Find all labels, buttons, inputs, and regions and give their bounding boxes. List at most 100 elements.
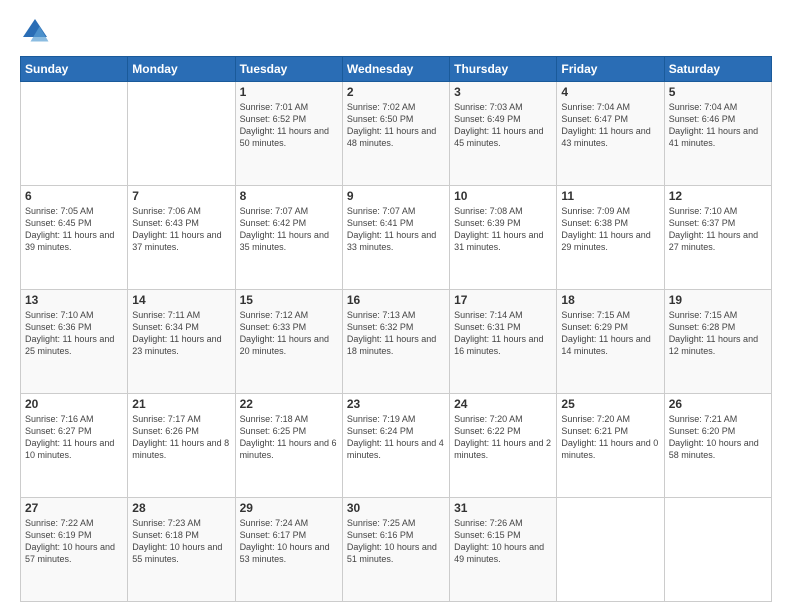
day-number: 31 [454,501,552,515]
day-info: Sunrise: 7:19 AMSunset: 6:24 PMDaylight:… [347,413,445,462]
calendar-cell: 20 Sunrise: 7:16 AMSunset: 6:27 PMDaylig… [21,394,128,498]
day-number: 7 [132,189,230,203]
day-info: Sunrise: 7:20 AMSunset: 6:21 PMDaylight:… [561,413,659,462]
day-number: 6 [25,189,123,203]
day-number: 29 [240,501,338,515]
day-info: Sunrise: 7:17 AMSunset: 6:26 PMDaylight:… [132,413,230,462]
day-info: Sunrise: 7:05 AMSunset: 6:45 PMDaylight:… [25,205,123,254]
weekday-header: Monday [128,57,235,82]
weekday-header: Thursday [450,57,557,82]
calendar-cell: 7 Sunrise: 7:06 AMSunset: 6:43 PMDayligh… [128,186,235,290]
day-info: Sunrise: 7:26 AMSunset: 6:15 PMDaylight:… [454,517,552,566]
day-number: 4 [561,85,659,99]
day-number: 28 [132,501,230,515]
day-info: Sunrise: 7:12 AMSunset: 6:33 PMDaylight:… [240,309,338,358]
day-info: Sunrise: 7:20 AMSunset: 6:22 PMDaylight:… [454,413,552,462]
day-info: Sunrise: 7:25 AMSunset: 6:16 PMDaylight:… [347,517,445,566]
day-number: 1 [240,85,338,99]
calendar-week: 27 Sunrise: 7:22 AMSunset: 6:19 PMDaylig… [21,498,772,602]
day-number: 9 [347,189,445,203]
calendar-cell: 26 Sunrise: 7:21 AMSunset: 6:20 PMDaylig… [664,394,771,498]
day-info: Sunrise: 7:10 AMSunset: 6:36 PMDaylight:… [25,309,123,358]
weekday-row: SundayMondayTuesdayWednesdayThursdayFrid… [21,57,772,82]
calendar-cell: 15 Sunrise: 7:12 AMSunset: 6:33 PMDaylig… [235,290,342,394]
day-number: 24 [454,397,552,411]
weekday-header: Saturday [664,57,771,82]
day-number: 8 [240,189,338,203]
calendar-cell: 17 Sunrise: 7:14 AMSunset: 6:31 PMDaylig… [450,290,557,394]
calendar-cell [664,498,771,602]
day-number: 18 [561,293,659,307]
day-info: Sunrise: 7:11 AMSunset: 6:34 PMDaylight:… [132,309,230,358]
weekday-header: Sunday [21,57,128,82]
day-info: Sunrise: 7:07 AMSunset: 6:42 PMDaylight:… [240,205,338,254]
day-number: 22 [240,397,338,411]
calendar-cell: 18 Sunrise: 7:15 AMSunset: 6:29 PMDaylig… [557,290,664,394]
day-info: Sunrise: 7:02 AMSunset: 6:50 PMDaylight:… [347,101,445,150]
day-info: Sunrise: 7:09 AMSunset: 6:38 PMDaylight:… [561,205,659,254]
day-number: 3 [454,85,552,99]
calendar-cell: 29 Sunrise: 7:24 AMSunset: 6:17 PMDaylig… [235,498,342,602]
calendar-cell: 22 Sunrise: 7:18 AMSunset: 6:25 PMDaylig… [235,394,342,498]
calendar-cell: 2 Sunrise: 7:02 AMSunset: 6:50 PMDayligh… [342,82,449,186]
calendar-cell [557,498,664,602]
calendar-cell: 6 Sunrise: 7:05 AMSunset: 6:45 PMDayligh… [21,186,128,290]
day-number: 21 [132,397,230,411]
day-info: Sunrise: 7:15 AMSunset: 6:29 PMDaylight:… [561,309,659,358]
calendar-cell: 19 Sunrise: 7:15 AMSunset: 6:28 PMDaylig… [664,290,771,394]
day-info: Sunrise: 7:15 AMSunset: 6:28 PMDaylight:… [669,309,767,358]
day-number: 13 [25,293,123,307]
day-number: 19 [669,293,767,307]
day-number: 5 [669,85,767,99]
day-info: Sunrise: 7:18 AMSunset: 6:25 PMDaylight:… [240,413,338,462]
calendar-cell: 10 Sunrise: 7:08 AMSunset: 6:39 PMDaylig… [450,186,557,290]
calendar-header: SundayMondayTuesdayWednesdayThursdayFrid… [21,57,772,82]
calendar-cell: 4 Sunrise: 7:04 AMSunset: 6:47 PMDayligh… [557,82,664,186]
calendar-cell: 14 Sunrise: 7:11 AMSunset: 6:34 PMDaylig… [128,290,235,394]
day-number: 27 [25,501,123,515]
day-info: Sunrise: 7:04 AMSunset: 6:47 PMDaylight:… [561,101,659,150]
calendar-cell: 24 Sunrise: 7:20 AMSunset: 6:22 PMDaylig… [450,394,557,498]
calendar-cell: 25 Sunrise: 7:20 AMSunset: 6:21 PMDaylig… [557,394,664,498]
day-info: Sunrise: 7:24 AMSunset: 6:17 PMDaylight:… [240,517,338,566]
calendar-week: 13 Sunrise: 7:10 AMSunset: 6:36 PMDaylig… [21,290,772,394]
day-number: 23 [347,397,445,411]
calendar-cell: 27 Sunrise: 7:22 AMSunset: 6:19 PMDaylig… [21,498,128,602]
day-number: 16 [347,293,445,307]
logo [20,16,54,46]
calendar-cell: 3 Sunrise: 7:03 AMSunset: 6:49 PMDayligh… [450,82,557,186]
calendar-week: 1 Sunrise: 7:01 AMSunset: 6:52 PMDayligh… [21,82,772,186]
day-number: 15 [240,293,338,307]
calendar: SundayMondayTuesdayWednesdayThursdayFrid… [20,56,772,602]
calendar-cell: 12 Sunrise: 7:10 AMSunset: 6:37 PMDaylig… [664,186,771,290]
day-info: Sunrise: 7:08 AMSunset: 6:39 PMDaylight:… [454,205,552,254]
day-number: 17 [454,293,552,307]
day-number: 11 [561,189,659,203]
calendar-cell [21,82,128,186]
day-info: Sunrise: 7:13 AMSunset: 6:32 PMDaylight:… [347,309,445,358]
day-info: Sunrise: 7:23 AMSunset: 6:18 PMDaylight:… [132,517,230,566]
calendar-week: 6 Sunrise: 7:05 AMSunset: 6:45 PMDayligh… [21,186,772,290]
calendar-cell: 9 Sunrise: 7:07 AMSunset: 6:41 PMDayligh… [342,186,449,290]
weekday-header: Friday [557,57,664,82]
calendar-cell: 1 Sunrise: 7:01 AMSunset: 6:52 PMDayligh… [235,82,342,186]
day-info: Sunrise: 7:22 AMSunset: 6:19 PMDaylight:… [25,517,123,566]
day-number: 10 [454,189,552,203]
calendar-cell: 21 Sunrise: 7:17 AMSunset: 6:26 PMDaylig… [128,394,235,498]
day-info: Sunrise: 7:14 AMSunset: 6:31 PMDaylight:… [454,309,552,358]
calendar-cell: 5 Sunrise: 7:04 AMSunset: 6:46 PMDayligh… [664,82,771,186]
day-number: 26 [669,397,767,411]
calendar-body: 1 Sunrise: 7:01 AMSunset: 6:52 PMDayligh… [21,82,772,602]
day-info: Sunrise: 7:07 AMSunset: 6:41 PMDaylight:… [347,205,445,254]
logo-icon [20,16,50,46]
calendar-cell [128,82,235,186]
day-number: 14 [132,293,230,307]
day-number: 30 [347,501,445,515]
weekday-header: Wednesday [342,57,449,82]
day-number: 2 [347,85,445,99]
calendar-cell: 16 Sunrise: 7:13 AMSunset: 6:32 PMDaylig… [342,290,449,394]
weekday-header: Tuesday [235,57,342,82]
calendar-cell: 31 Sunrise: 7:26 AMSunset: 6:15 PMDaylig… [450,498,557,602]
calendar-cell: 30 Sunrise: 7:25 AMSunset: 6:16 PMDaylig… [342,498,449,602]
calendar-cell: 13 Sunrise: 7:10 AMSunset: 6:36 PMDaylig… [21,290,128,394]
